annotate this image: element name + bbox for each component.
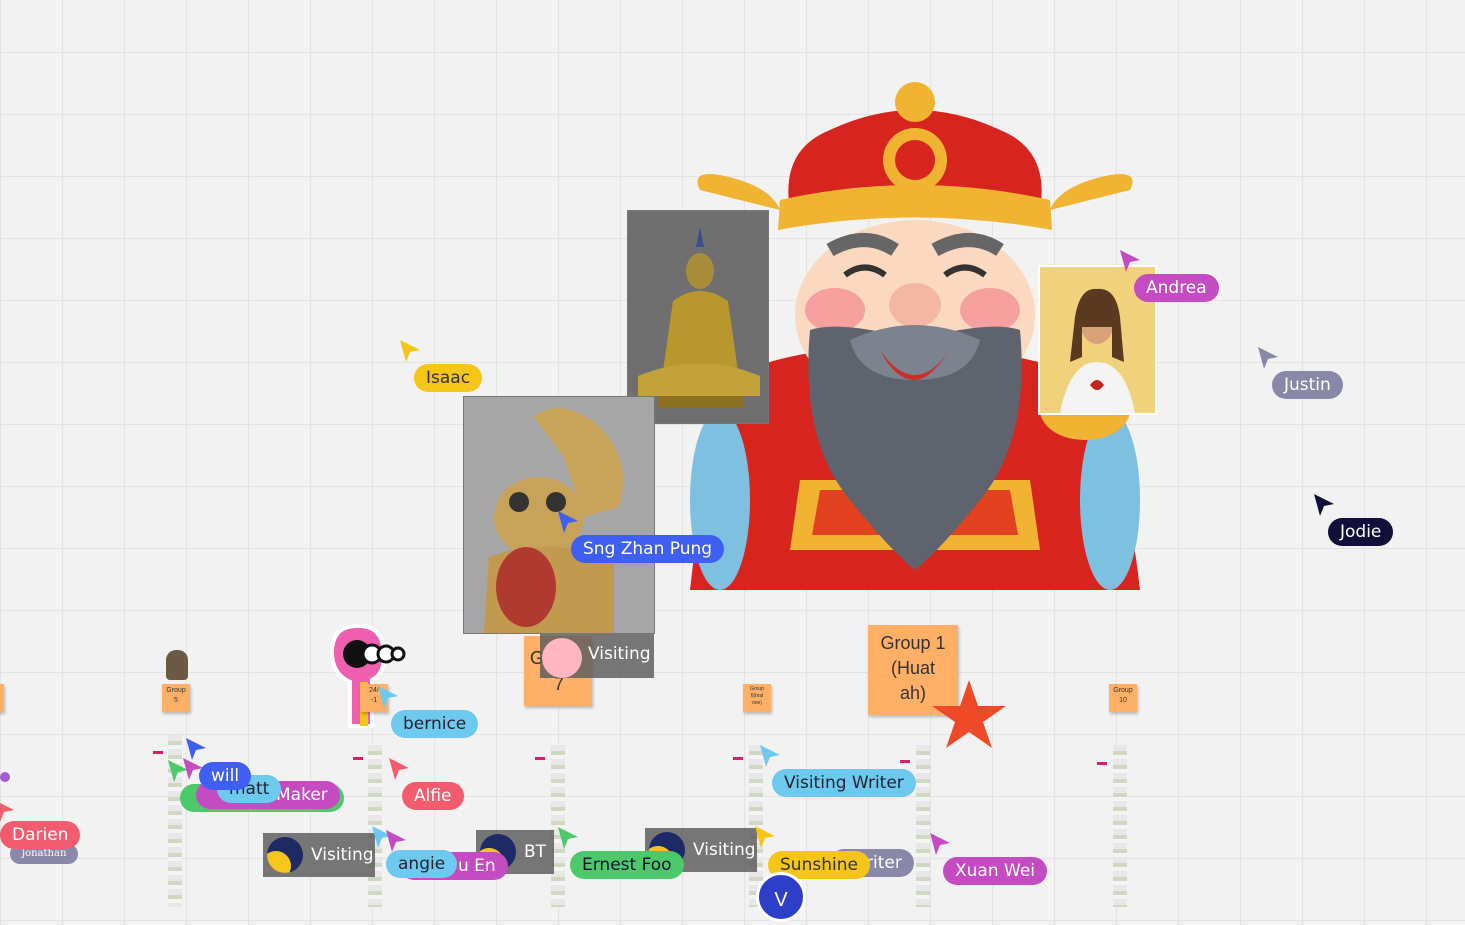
cursor-label-sng-zhan-pung: Sng Zhan Pung: [571, 535, 725, 563]
sticky-line: Group 1: [880, 633, 946, 653]
avatar-initial: V: [774, 889, 788, 911]
cursor-pointer-icon: [0, 803, 14, 822]
cursor-label-jodie: Jodie: [1328, 518, 1394, 546]
cursor-pointer-icon: [400, 340, 420, 362]
cursor-pointer-icon: [760, 745, 780, 767]
avatar[interactable]: V: [756, 872, 806, 922]
avatar: [542, 638, 582, 678]
cursor-pointer-icon: [186, 738, 206, 760]
cursor-pointer-icon: [1120, 250, 1140, 272]
cursor-label-visiting-writer: Visiting Writer: [772, 769, 916, 797]
buddha-statue-photo[interactable]: [627, 210, 769, 424]
cursor-label-alfie: Alfie: [402, 782, 464, 810]
sticky-group-6[interactable]: Group 6(trial one): [743, 684, 771, 712]
visiting-label: BT: [524, 842, 547, 862]
visiting-box[interactable]: Visiting: [540, 634, 654, 678]
visiting-box[interactable]: Visiting: [263, 833, 375, 877]
cursor-pointer-icon: [378, 686, 398, 708]
cursor-label-bernice: bernice: [391, 710, 479, 738]
sticky-line: 5: [174, 697, 178, 704]
sticky-line: Group: [750, 686, 764, 692]
sticky-line: 6(trial: [750, 693, 764, 699]
cursor-pointer-icon: [930, 833, 950, 855]
cursor-label-isaac: Isaac: [414, 364, 483, 392]
sticky-edge[interactable]: [0, 684, 4, 712]
visiting-label: Visiting: [588, 644, 651, 664]
cursor-label-darien: Darien: [0, 821, 81, 849]
cursor-pointer-icon: [1258, 347, 1278, 369]
sticky-line: one): [751, 700, 762, 706]
sticky-line: Group: [166, 687, 186, 694]
cursor-label-andrea: Andrea: [1134, 274, 1219, 302]
cursor-pointer-icon: [755, 826, 775, 848]
logo-icon: [267, 837, 303, 873]
star-shape[interactable]: [930, 678, 1008, 750]
cursor-pointer-icon: [389, 758, 409, 780]
cursor-pointer-icon: [558, 511, 578, 533]
arrow-icon: [535, 757, 545, 760]
frame-column[interactable]: [551, 745, 565, 907]
sticky-group-10[interactable]: Group 10: [1109, 684, 1137, 712]
frame-column[interactable]: [916, 745, 930, 907]
frame-column[interactable]: [1113, 745, 1127, 907]
cursor-label-angie: angie: [386, 850, 458, 878]
visiting-label: Visiting: [693, 840, 756, 860]
arrow-icon: [900, 760, 910, 763]
cursor-label-will: will: [199, 762, 252, 790]
cursor-label-xuan-wei: Xuan Wei: [943, 857, 1048, 885]
arrow-icon: [733, 757, 743, 760]
sticky-line: 10: [1119, 697, 1127, 704]
cursor-dot: [0, 772, 10, 782]
cursor-label-ernest-foo: Ernest Foo: [570, 851, 684, 879]
cursor-pointer-icon: [1314, 494, 1334, 516]
sticky-line: Group: [1113, 687, 1133, 694]
cursor-pointer-icon: [558, 827, 578, 849]
sticky-group-5[interactable]: Group 5: [162, 684, 190, 712]
arrow-icon: [353, 757, 363, 760]
arrow-icon: [153, 751, 163, 754]
arrow-icon: [1097, 762, 1107, 765]
visiting-label: Visiting: [311, 845, 374, 865]
monkey-sticker: [166, 650, 188, 680]
cursor-pointer-icon: [386, 830, 406, 852]
cursor-label-justin: Justin: [1272, 371, 1343, 399]
